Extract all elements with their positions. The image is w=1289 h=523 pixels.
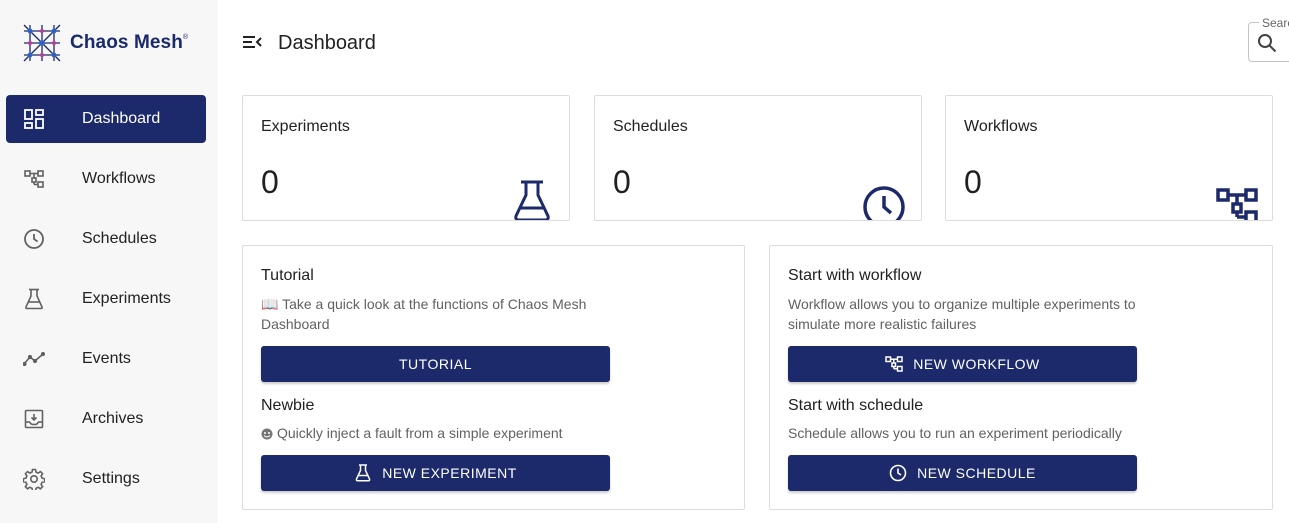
workflow-schedule-panel: Start with workflow Workflow allows you … — [769, 245, 1273, 510]
stat-value: 0 — [964, 164, 982, 200]
sidebar-item-label: Settings — [82, 470, 140, 487]
flask-icon — [513, 178, 551, 220]
flask-icon — [23, 288, 45, 310]
schedule-description: Schedule allows you to run an experiment… — [788, 425, 1122, 441]
stat-value: 0 — [613, 164, 631, 200]
workflow-description: Workflow allows you to organize multiple… — [788, 296, 1136, 332]
new-schedule-button[interactable]: NEW SCHEDULE — [788, 455, 1137, 491]
newbie-description: Quickly inject a fault from a simple exp… — [261, 423, 621, 443]
sidebar-item-experiments[interactable]: Experiments — [6, 275, 206, 323]
clock-icon — [861, 184, 907, 220]
workflow-icon — [1216, 188, 1258, 220]
sidebar-item-schedules[interactable]: Schedules — [6, 215, 206, 263]
new-experiment-button-label: NEW EXPERIMENT — [382, 465, 517, 481]
sidebar-item-label: Experiments — [82, 290, 171, 307]
sidebar-item-settings[interactable]: Settings — [6, 455, 206, 503]
sidebar-item-archives[interactable]: Archives — [6, 395, 206, 443]
sidebar-item-workflows[interactable]: Workflows — [6, 155, 206, 203]
brand-logo[interactable]: Chaos Mesh® — [20, 20, 188, 66]
clock-icon — [23, 228, 45, 250]
stat-title: Experiments — [261, 118, 350, 135]
tutorial-button[interactable]: TUTORIAL — [261, 346, 610, 382]
stat-title: Workflows — [964, 118, 1038, 135]
tutorial-button-label: TUTORIAL — [399, 356, 472, 372]
workflow-heading: Start with workflow — [788, 267, 922, 284]
experiments-stat-card[interactable]: Experiments 0 — [242, 95, 570, 221]
sidebar-item-dashboard[interactable]: Dashboard — [6, 95, 206, 143]
sidebar: Chaos Mesh® Dashboard Workflows Schedule… — [0, 0, 218, 523]
workflows-stat-card[interactable]: Workflows 0 — [945, 95, 1273, 221]
sidebar-item-events[interactable]: Events — [6, 335, 206, 383]
schedule-heading: Start with schedule — [788, 397, 924, 414]
sidebar-nav: Dashboard Workflows Schedules Experiment… — [6, 95, 206, 515]
top-bar: Dashboard — [218, 0, 1289, 86]
sidebar-item-label: Events — [82, 350, 131, 367]
emoji-icon — [261, 428, 273, 440]
getting-started-panel: Tutorial 📖 Take a quick look at the func… — [242, 245, 745, 510]
sidebar-item-label: Workflows — [82, 170, 156, 187]
new-schedule-button-label: NEW SCHEDULE — [917, 465, 1036, 481]
archive-icon — [23, 408, 45, 430]
sidebar-item-label: Archives — [82, 410, 144, 427]
search-box[interactable] — [1248, 16, 1289, 62]
sidebar-item-label: Dashboard — [82, 110, 161, 127]
clock-icon — [889, 464, 907, 482]
brand-name: Chaos Mesh® — [70, 32, 189, 53]
sidebar-item-label: Schedules — [82, 230, 157, 247]
tutorial-heading: Tutorial — [261, 267, 314, 284]
dashboard-icon — [23, 108, 45, 130]
schedules-stat-card[interactable]: Schedules 0 — [594, 95, 922, 221]
stat-value: 0 — [261, 164, 279, 200]
stat-title: Schedules — [613, 118, 688, 135]
gear-icon — [23, 468, 45, 490]
workflow-icon — [23, 168, 45, 190]
workflow-icon — [885, 355, 903, 373]
menu-open-icon[interactable] — [242, 32, 266, 54]
new-experiment-button[interactable]: NEW EXPERIMENT — [261, 455, 610, 491]
newbie-heading: Newbie — [261, 397, 315, 414]
search-input[interactable] — [1259, 16, 1289, 30]
flask-icon — [354, 464, 372, 482]
search-icon — [1257, 33, 1277, 53]
page-title: Dashboard — [278, 32, 376, 54]
timeline-icon — [23, 348, 45, 370]
new-workflow-button-label: NEW WORKFLOW — [913, 356, 1040, 372]
chaos-mesh-logo-icon — [23, 24, 61, 62]
tutorial-description: 📖 Take a quick look at the functions of … — [261, 296, 587, 332]
new-workflow-button[interactable]: NEW WORKFLOW — [788, 346, 1137, 382]
